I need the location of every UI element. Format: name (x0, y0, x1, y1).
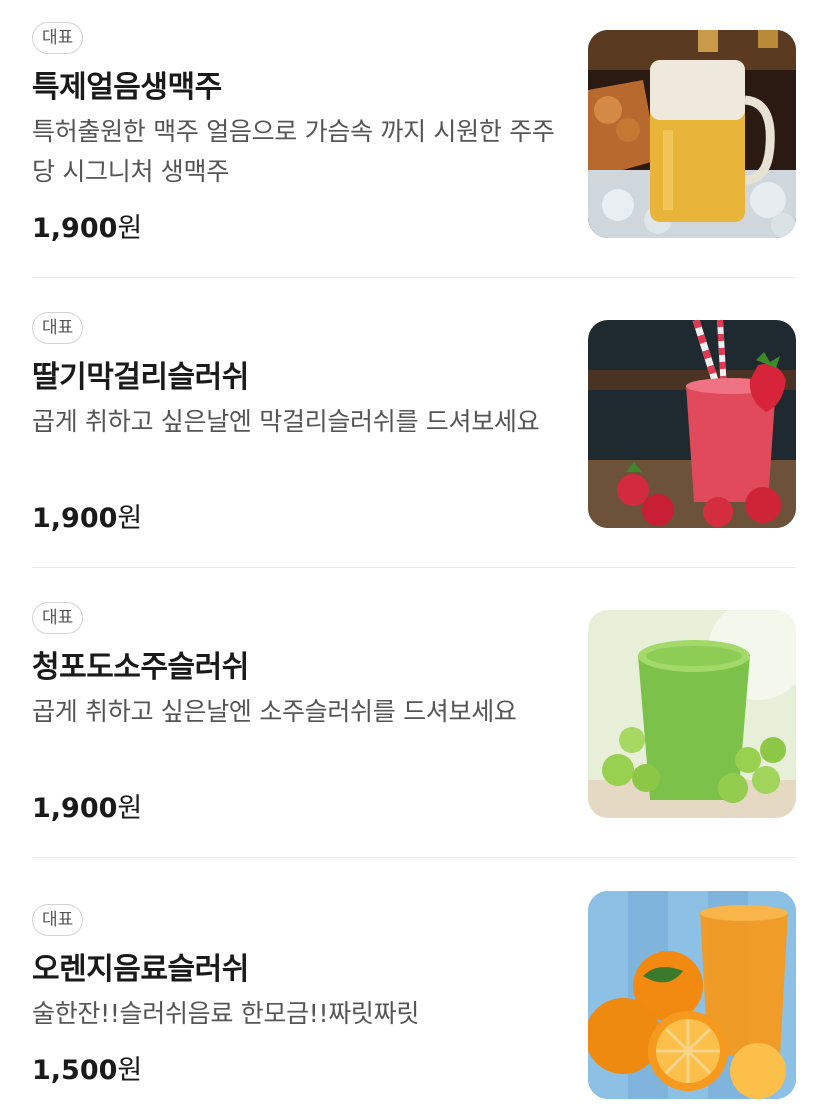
price-currency: 원 (117, 793, 143, 824)
menu-item-price: 1,900원 (32, 786, 142, 825)
menu-item[interactable]: 대표 딸기막걸리슬러쉬 곱게 취하고 싶은날엔 막걸리슬러쉬를 드셔보세요 1,… (32, 312, 796, 544)
price-currency: 원 (117, 503, 143, 534)
menu-item-price: 1,900원 (32, 206, 142, 245)
menu-item-description: 특허출원한 맥주 얼음으로 가슴속 까지 시원한 주주당 시그니처 생맥주 (32, 117, 555, 186)
green-grape-slush-image[interactable] (588, 610, 796, 818)
menu-item-price: 1,900원 (32, 496, 142, 535)
menu-item[interactable]: 대표 청포도소주슬러쉬 곱게 취하고 싶은날엔 소주슬러쉬를 드셔보세요 1,9… (32, 602, 796, 834)
menu-item-name: 청포도소주슬러쉬 (32, 650, 249, 685)
strawberry-slush-image[interactable] (588, 320, 796, 528)
price-value: 1,900 (32, 213, 118, 244)
divider (32, 857, 796, 858)
menu-item[interactable]: 대표 특제얼음생맥주 특허출원한 맥주 얼음으로 가슴속 까지 시원한 주주당 … (32, 22, 796, 254)
price-currency: 원 (117, 213, 143, 244)
menu-list: 대표 특제얼음생맥주 특허출원한 맥주 얼음으로 가슴속 까지 시원한 주주당 … (0, 0, 826, 1117)
menu-item-description: 곱게 취하고 싶은날엔 소주슬러쉬를 드셔보세요 (32, 697, 517, 726)
price-value: 1,900 (32, 793, 118, 824)
menu-item-name: 딸기막걸리슬러쉬 (32, 360, 249, 395)
representative-badge: 대표 (32, 602, 84, 634)
price-value: 1,900 (32, 503, 118, 534)
divider (32, 277, 796, 278)
price-value: 1,500 (32, 1055, 118, 1086)
menu-item-name: 오렌지음료슬러쉬 (32, 952, 249, 987)
orange-juice-image[interactable] (588, 891, 796, 1099)
menu-item-description: 술한잔!!슬러쉬음료 한모금!!짜릿짜릿 (32, 999, 420, 1028)
representative-badge: 대표 (32, 22, 84, 54)
divider (32, 567, 796, 568)
menu-item-name: 특제얼음생맥주 (32, 70, 222, 105)
representative-badge: 대표 (32, 904, 84, 936)
representative-badge: 대표 (32, 312, 84, 344)
menu-item-price: 1,500원 (32, 1048, 142, 1087)
menu-item[interactable]: 대표 오렌지음료슬러쉬 술한잔!!슬러쉬음료 한모금!!짜릿짜릿 1,500원 (32, 891, 796, 1104)
beer-mug-image[interactable] (588, 30, 796, 238)
menu-item-description: 곱게 취하고 싶은날엔 막걸리슬러쉬를 드셔보세요 (32, 407, 540, 436)
price-currency: 원 (117, 1055, 143, 1086)
